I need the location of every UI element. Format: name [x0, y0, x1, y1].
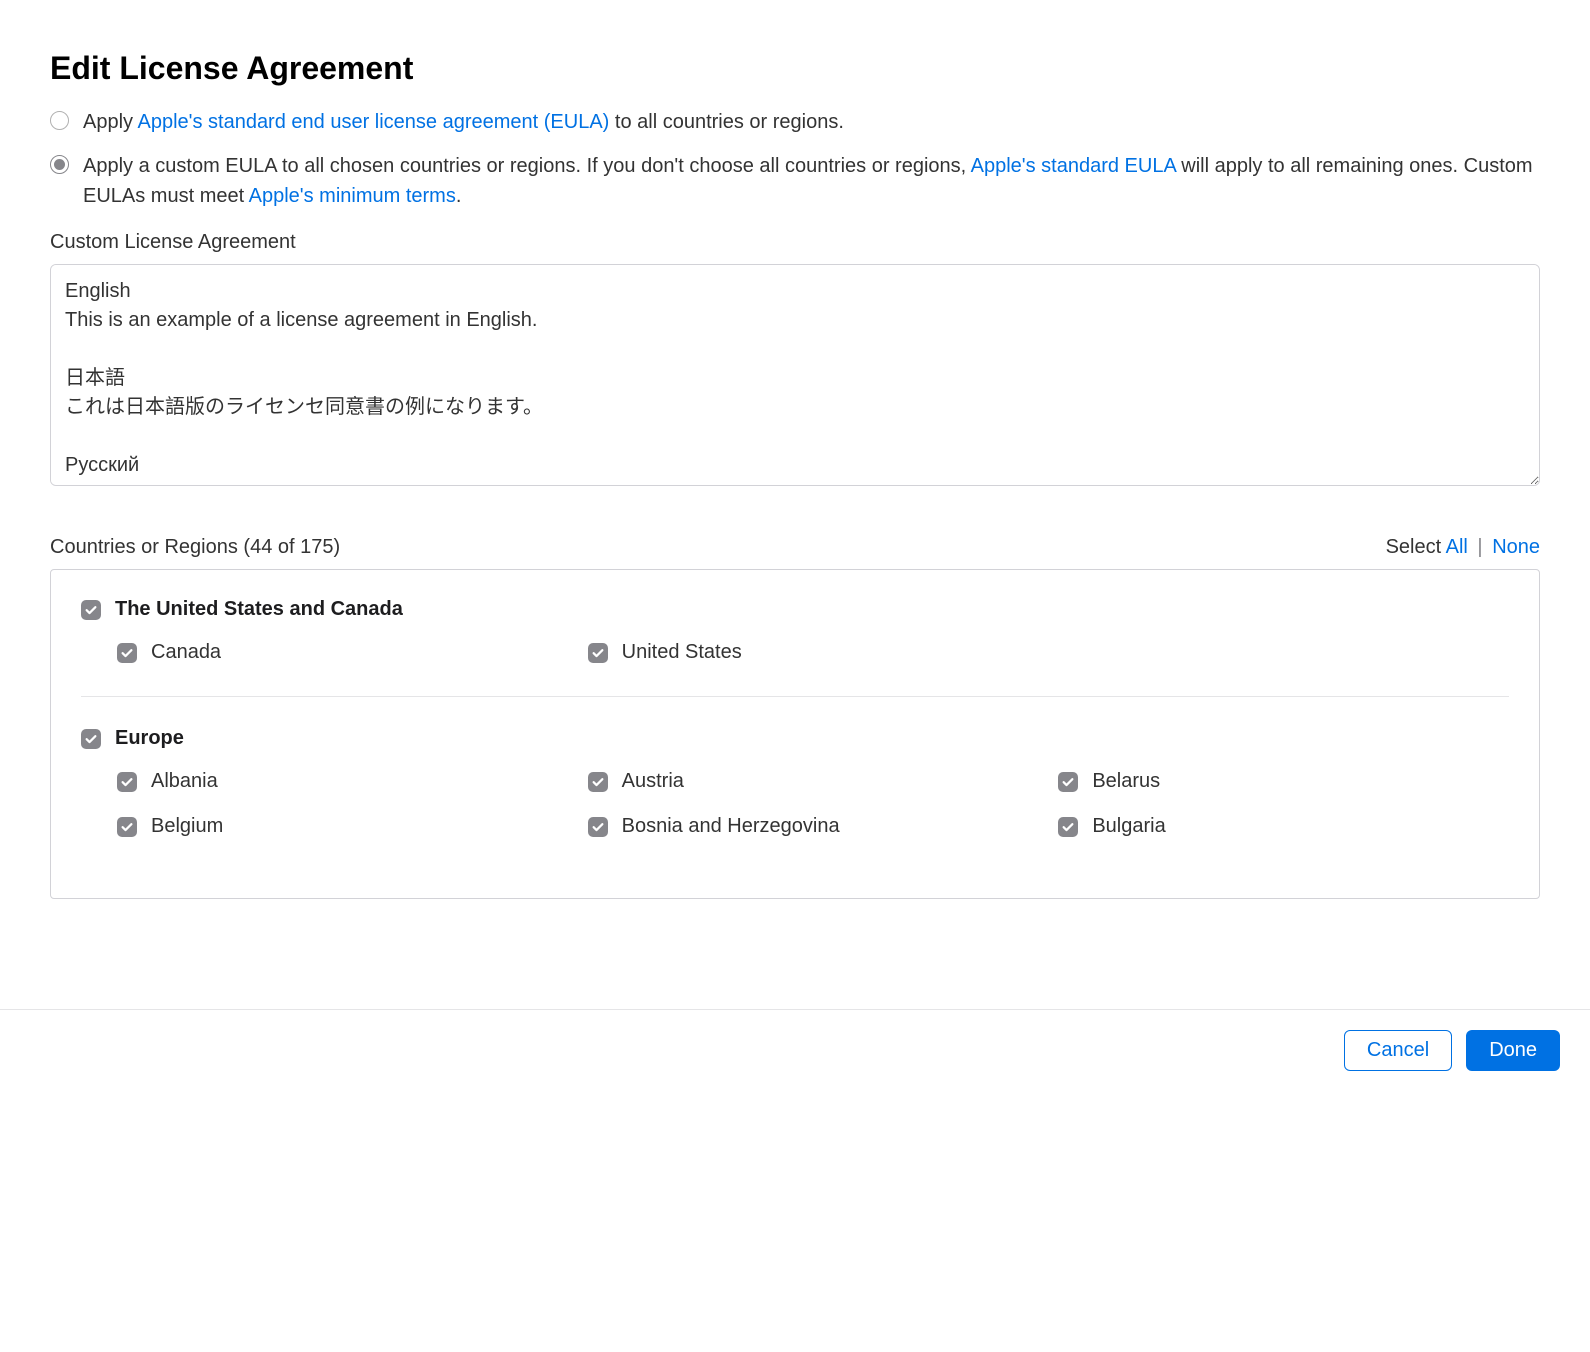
country-item: Canada: [117, 641, 568, 664]
radio-standard-label: Apply Apple's standard end user license …: [83, 107, 844, 137]
country-item: Albania: [117, 770, 568, 793]
eula-type-radio-group: Apply Apple's standard end user license …: [50, 107, 1540, 211]
radio-standard-eula[interactable]: [50, 111, 69, 130]
group-checkbox[interactable]: [81, 600, 101, 620]
radio-custom-label: Apply a custom EULA to all chosen countr…: [83, 151, 1540, 211]
footer-bar: Cancel Done: [0, 1009, 1590, 1101]
country-checkbox[interactable]: [588, 643, 608, 663]
country-checkbox[interactable]: [1058, 817, 1078, 837]
standard-eula-link[interactable]: Apple's standard end user license agreem…: [137, 111, 609, 133]
standard-eula-link-2[interactable]: Apple's standard EULA: [971, 155, 1176, 177]
minimum-terms-link[interactable]: Apple's minimum terms: [249, 185, 456, 207]
country-label: Bosnia and Herzegovina: [622, 815, 840, 838]
country-checkbox[interactable]: [117, 817, 137, 837]
custom-license-label: Custom License Agreement: [50, 231, 1540, 254]
radio-custom-text1: Apply a custom EULA to all chosen countr…: [83, 155, 971, 177]
country-label: Austria: [622, 770, 684, 793]
radio-custom-eula[interactable]: [50, 155, 69, 174]
radio-standard-prefix: Apply: [83, 111, 137, 133]
country-item: Bulgaria: [1058, 815, 1509, 838]
country-group-header: Europe: [81, 727, 1509, 750]
country-label: Albania: [151, 770, 218, 793]
country-checkbox[interactable]: [117, 772, 137, 792]
country-item: Austria: [588, 770, 1039, 793]
country-label: Canada: [151, 641, 221, 664]
group-checkbox[interactable]: [81, 729, 101, 749]
cancel-button[interactable]: Cancel: [1344, 1030, 1452, 1071]
country-label: Belgium: [151, 815, 223, 838]
group-label: The United States and Canada: [115, 598, 403, 621]
select-separator: |: [1477, 536, 1482, 558]
country-checkbox[interactable]: [588, 817, 608, 837]
country-item: Belarus: [1058, 770, 1509, 793]
group-label: Europe: [115, 727, 184, 750]
countries-list-box: The United States and Canada Canada United…: [50, 569, 1540, 899]
country-checkbox[interactable]: [117, 643, 137, 663]
country-checkbox[interactable]: [588, 772, 608, 792]
select-label: Select: [1386, 536, 1442, 558]
countries-header-label: Countries or Regions (44 of 175): [50, 536, 340, 559]
page-title: Edit License Agreement: [50, 50, 1540, 87]
country-label: Bulgaria: [1092, 815, 1165, 838]
custom-license-textarea[interactable]: [50, 264, 1540, 486]
country-checkbox[interactable]: [1058, 772, 1078, 792]
country-group-header: The United States and Canada: [81, 598, 1509, 621]
country-item: Bosnia and Herzegovina: [588, 815, 1039, 838]
country-label: United States: [622, 641, 742, 664]
select-controls: Select All | None: [1386, 536, 1540, 559]
done-button[interactable]: Done: [1466, 1030, 1560, 1071]
country-item: Belgium: [117, 815, 568, 838]
select-none-link[interactable]: None: [1492, 536, 1540, 558]
select-all-link[interactable]: All: [1446, 536, 1468, 558]
radio-custom-text3: .: [456, 185, 462, 207]
country-items-grid: Canada United States: [117, 641, 1509, 664]
country-items-grid: Albania Austria Belarus Belgium Bosnia and H…: [117, 770, 1509, 838]
country-label: Belarus: [1092, 770, 1160, 793]
country-item: United States: [588, 641, 1039, 664]
group-divider: [81, 696, 1509, 697]
radio-standard-suffix: to all countries or regions.: [609, 111, 844, 133]
